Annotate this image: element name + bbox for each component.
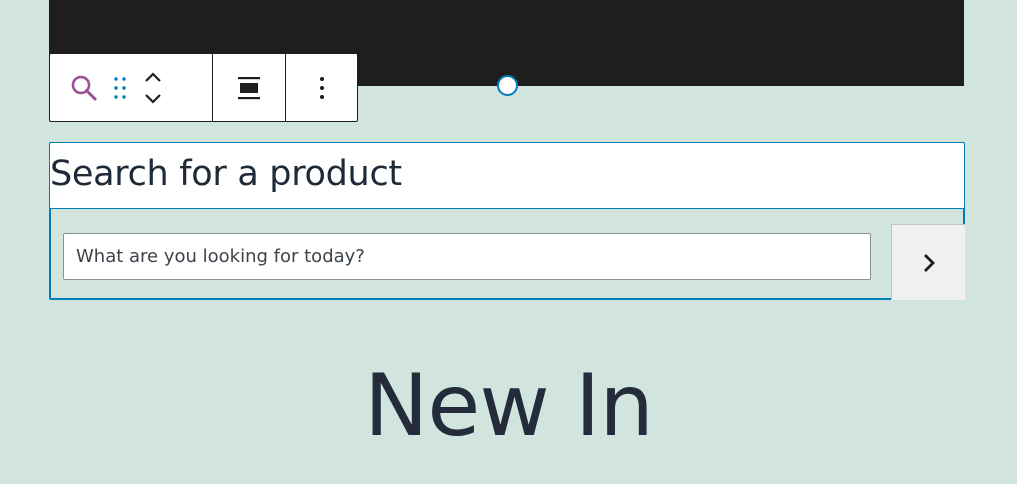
- drag-handle-icon: [114, 76, 126, 99]
- search-block[interactable]: Search for a product: [49, 142, 965, 300]
- toolbar-group-block: [50, 54, 213, 121]
- chevron-down-icon: [145, 93, 161, 104]
- more-vertical-icon: [319, 76, 324, 99]
- drag-handle-button[interactable]: [106, 66, 134, 110]
- new-in-heading[interactable]: New In: [0, 356, 1017, 456]
- block-type-button[interactable]: [62, 66, 106, 110]
- chevron-up-icon: [145, 71, 161, 82]
- search-input[interactable]: [63, 233, 871, 280]
- resize-handle[interactable]: [497, 75, 518, 96]
- align-wide-icon: [238, 76, 260, 99]
- search-submit-button[interactable]: [891, 224, 965, 300]
- toolbar-group-options: [286, 54, 357, 121]
- search-label[interactable]: Search for a product: [50, 154, 402, 194]
- search-label-field[interactable]: Search for a product: [49, 142, 965, 209]
- block-toolbar: [49, 53, 358, 122]
- chevron-right-icon: [923, 253, 935, 272]
- align-button[interactable]: [236, 75, 262, 101]
- move-down-button[interactable]: [143, 88, 163, 108]
- block-mover: [134, 58, 172, 118]
- move-up-button[interactable]: [143, 68, 163, 88]
- toolbar-group-align: [213, 54, 286, 121]
- options-button[interactable]: [318, 75, 326, 101]
- search-icon: [71, 75, 97, 100]
